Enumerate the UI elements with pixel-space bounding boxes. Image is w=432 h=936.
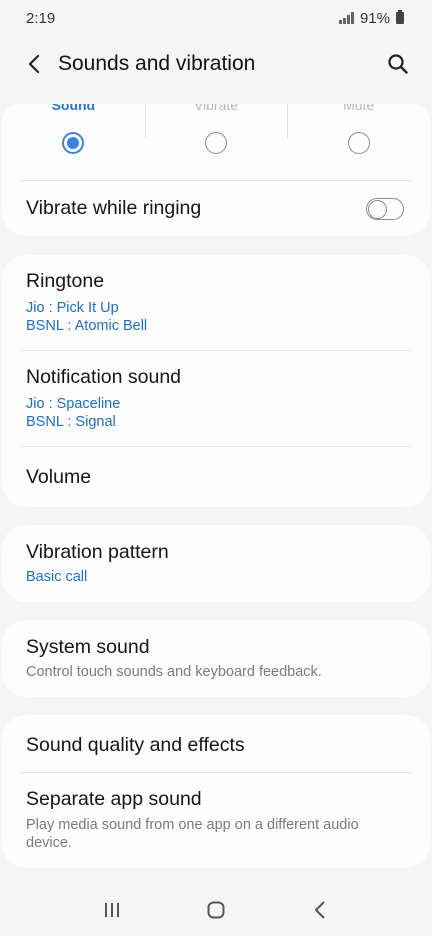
mode-label-vibrate: Vibrate (193, 104, 239, 113)
home-button[interactable] (196, 890, 236, 930)
sound-quality-item[interactable]: Sound quality and effects (2, 715, 430, 772)
system-sound-desc: Control touch sounds and keyboard feedba… (26, 664, 322, 680)
page-title: Sounds and vibration (58, 52, 256, 75)
ringtone-sim2: BSNL : Atomic Bell (26, 318, 148, 334)
home-icon (207, 901, 225, 919)
volume-item[interactable]: Volume (2, 447, 430, 507)
recents-button[interactable] (92, 890, 132, 930)
vibrate-while-ringing-label: Vibrate while ringing (26, 197, 202, 219)
chevron-left-icon (28, 54, 40, 74)
ringtone-title: Ringtone (26, 270, 105, 292)
ringtone-sim1: Jio : Pick It Up (26, 300, 119, 316)
mode-label-mute: Mute (343, 104, 375, 113)
sound-quality-title: Sound quality and effects (26, 734, 245, 756)
system-sound-item[interactable]: System sound Control touch sounds and ke… (2, 620, 430, 697)
back-icon (315, 901, 325, 919)
notification-sound-sim2: BSNL : Signal (26, 414, 116, 430)
recents-icon (105, 903, 119, 917)
ringtone-card: Ringtone Jio : Pick It Up BSNL : Atomic … (2, 255, 430, 507)
mode-option-sound[interactable]: Sound (2, 104, 145, 180)
app-header: Sounds and vibration (0, 36, 432, 92)
system-sound-title: System sound (26, 636, 150, 658)
separate-app-sound-item[interactable]: Separate app sound Play media sound from… (2, 773, 430, 867)
sound-mode-selector: Sound Vibrate Mute (2, 104, 430, 180)
vibrate-while-ringing-toggle[interactable] (366, 197, 404, 220)
search-icon (388, 54, 408, 74)
vibrate-while-ringing-row[interactable]: Vibrate while ringing (2, 181, 430, 236)
battery-percent: 91% (359, 9, 390, 27)
navigation-bar (0, 884, 432, 936)
mode-radio-mute[interactable] (347, 132, 370, 154)
system-sound-card: System sound Control touch sounds and ke… (2, 620, 430, 697)
notification-sound-sim1: Jio : Spaceline (26, 396, 121, 412)
notification-sound-title: Notification sound (26, 366, 182, 388)
search-button[interactable] (384, 50, 412, 78)
notification-sound-item[interactable]: Notification sound Jio : Spaceline BSNL … (2, 351, 430, 446)
mode-radio-vibrate[interactable] (205, 132, 227, 154)
back-button[interactable] (20, 50, 48, 78)
status-time: 2:19 (26, 9, 56, 27)
volume-title: Volume (26, 465, 92, 488)
nav-back-button[interactable] (300, 890, 340, 930)
status-icons: 91% (339, 10, 404, 27)
signal-icon (339, 12, 354, 24)
mode-radio-sound[interactable] (62, 132, 85, 154)
vibration-pattern-item[interactable]: Vibration pattern Basic call (2, 525, 430, 602)
vibration-pattern-card: Vibration pattern Basic call (2, 525, 430, 602)
battery-icon (396, 10, 404, 24)
mode-label-sound: Sound (51, 104, 96, 113)
vibration-pattern-value: Basic call (26, 569, 88, 585)
mode-option-mute[interactable]: Mute (287, 104, 430, 180)
ringtone-item[interactable]: Ringtone Jio : Pick It Up BSNL : Atomic … (2, 255, 430, 350)
separate-app-sound-title: Separate app sound (26, 788, 202, 810)
sound-mode-card: Sound Vibrate Mute Vibrate while ringing (2, 104, 430, 236)
separate-app-sound-desc: Play media sound from one app on a diffe… (26, 817, 359, 851)
status-bar: 2:19 91% (0, 0, 432, 36)
mode-option-vibrate[interactable]: Vibrate (144, 104, 288, 180)
vibration-pattern-title: Vibration pattern (26, 541, 169, 563)
sound-quality-card: Sound quality and effects Separate app s… (2, 715, 430, 868)
